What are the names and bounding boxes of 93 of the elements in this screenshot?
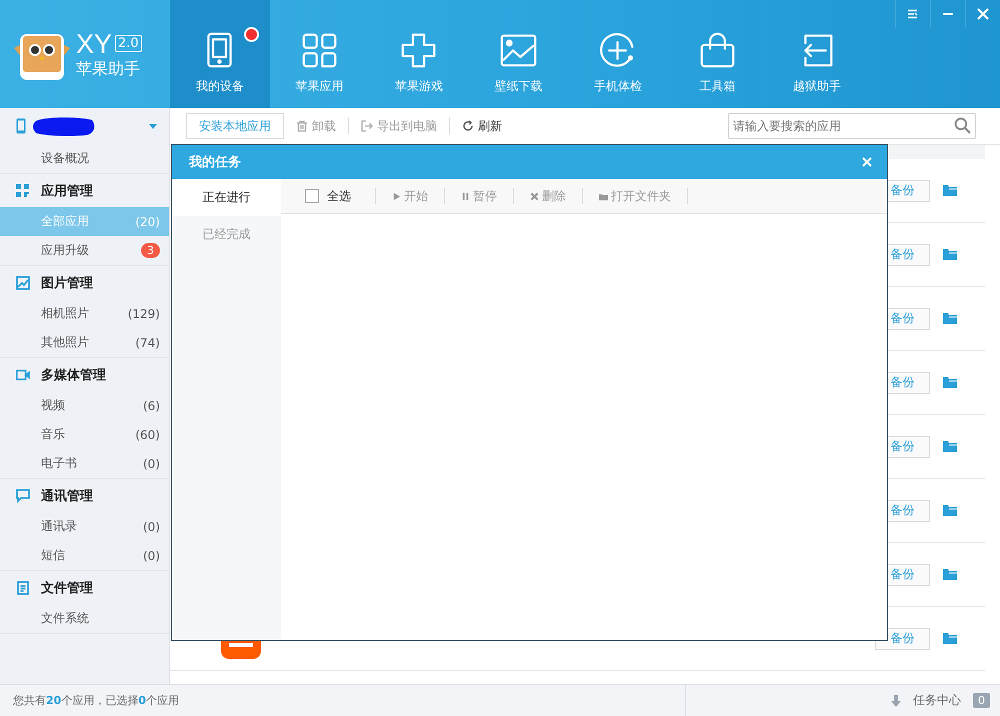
search-icon [954,117,971,134]
menu-icon [907,9,919,19]
sidebar-item[interactable]: 文件系统 [0,604,169,633]
section-title: 应用管理 [41,182,93,200]
logo-subtitle: 苹果助手 [76,58,141,80]
task-action-button[interactable]: 打开文件夹 [593,188,677,204]
version-badge: 2.0 [115,35,142,52]
export-icon [361,120,373,132]
download-icon [891,694,901,706]
nav-tab[interactable]: 苹果游戏 [369,0,468,108]
folder-icon[interactable] [943,377,957,388]
item-label: 设备概况 [41,150,89,167]
image-icon [16,276,30,290]
update-count-badge: 3 [141,243,160,258]
task-action-button[interactable]: 删除 [524,188,572,204]
dpad-icon [400,32,438,69]
sidebar-item[interactable]: 相机照片 (129) [0,299,169,328]
folder-icon [599,192,608,200]
item-count: (60) [135,428,160,442]
nav-tab[interactable]: 工具箱 [668,0,767,108]
nav-tab[interactable]: 苹果应用 [270,0,369,108]
redaction-mark [32,115,96,137]
item-label: 全部应用 [41,213,89,230]
phone-icon [16,118,26,134]
dialog-tab[interactable]: 正在进行 [172,179,281,216]
folder-icon[interactable] [943,185,957,196]
item-count: (0) [143,520,160,534]
pause-icon [461,192,470,200]
image-icon [500,32,537,69]
refresh-icon [462,120,474,132]
trash-icon [296,120,308,132]
sidebar-item[interactable]: 电子书 (0) [0,449,169,478]
plus-circle-icon [599,32,636,69]
item-count: (74) [135,336,160,350]
task-action-button[interactable]: 暂停 [455,188,503,204]
grid-icon [16,184,30,198]
folder-icon[interactable] [943,441,957,452]
item-count: (129) [128,306,160,320]
sidebar-item[interactable]: 应用升级 3 [0,236,169,265]
task-center-button[interactable]: 任务中心 [907,692,967,709]
status-summary: 您共有20个应用，已选择0个应用 [13,693,179,708]
folder-icon[interactable] [943,569,957,580]
dialog-title: 我的任务 [189,154,241,171]
item-label: 其他照片 [41,334,89,351]
sidebar-item[interactable]: 短信 (0) [0,541,169,570]
toolbar-button[interactable]: 刷新 [456,113,508,139]
grid-icon [300,32,338,69]
item-label: 应用升级 [41,242,89,259]
item-label: 通讯录 [41,518,77,535]
item-label: 相机照片 [41,305,89,322]
caret-icon [149,124,157,128]
document-icon [16,580,30,594]
folder-icon[interactable] [943,505,957,516]
item-count: (0) [143,456,160,470]
sidebar-item[interactable]: 其他照片 (74) [0,328,169,357]
section-title: 多媒体管理 [41,366,106,384]
chat-icon [16,488,30,502]
item-label: 文件系统 [41,610,89,627]
toolbar-button[interactable]: 安装本地应用 [186,113,284,139]
bag-icon [698,32,736,69]
sidebar-item[interactable]: 音乐 (60) [0,420,169,449]
section-title: 通讯管理 [41,488,93,504]
folder-icon[interactable] [943,313,957,324]
item-count: (6) [143,398,160,412]
play-icon [392,192,401,200]
section-title: 文件管理 [41,580,93,596]
item-count: (0) [143,548,160,562]
item-label: 音乐 [41,426,65,443]
folder-icon[interactable] [943,249,957,260]
folder-icon[interactable] [943,633,957,644]
close-icon [977,8,989,20]
task-count-badge: 0 [973,693,990,708]
item-label: 短信 [41,547,65,564]
nav-tab[interactable]: 我的设备 [170,0,270,108]
item-label: 电子书 [41,455,77,472]
sidebar-item[interactable]: 通讯录 (0) [0,512,169,541]
dialog-tab[interactable]: 已经完成 [172,216,281,253]
nav-tab[interactable]: 越狱助手 [767,0,866,108]
item-label: 视频 [41,397,65,414]
section-title: 图片管理 [41,274,93,292]
nav-tab[interactable]: 手机体检 [568,0,668,108]
sidebar-item[interactable]: 设备概况 [0,144,169,173]
search-field[interactable]: 请输入要搜索的应用 [728,113,976,139]
task-action-button[interactable]: 开始 [386,188,434,204]
select-all-checkbox[interactable]: 全选 [305,188,351,204]
nav-tab[interactable]: 壁纸下载 [468,0,568,108]
item-count: (20) [135,214,160,228]
delete-icon [530,192,539,200]
video-camera-icon [16,368,30,382]
sidebar-item[interactable]: 视频 (6) [0,391,169,420]
logo-name: XY [76,28,112,58]
sidebar-item[interactable]: 全部应用 (20) [0,207,169,236]
close-icon [862,157,872,167]
